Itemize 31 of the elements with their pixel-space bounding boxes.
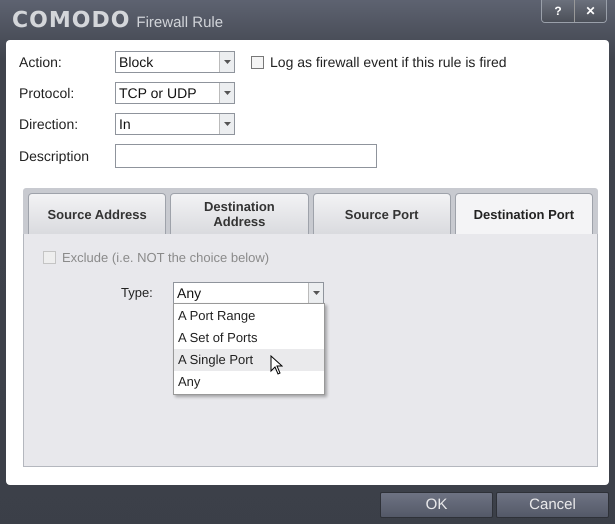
field-label: Protocol:	[19, 85, 76, 101]
caret-icon	[219, 83, 234, 103]
dropdown-option[interactable]: Any	[174, 371, 324, 393]
logo: COMODO	[12, 8, 130, 32]
dropdown[interactable]: Block	[115, 51, 235, 73]
field-label: Type:	[121, 285, 154, 300]
tab[interactable]: Source Address	[28, 193, 166, 234]
tab[interactable]: Destination Address	[170, 193, 308, 234]
field-label: Direction:	[19, 116, 80, 132]
dropdown-option[interactable]: A Set of Ports	[174, 327, 324, 349]
field-label: Action:	[19, 54, 63, 70]
caret-icon	[219, 114, 234, 134]
tab[interactable]: Destination Port	[454, 193, 593, 235]
caret-icon	[308, 283, 323, 303]
window-title: Firewall Rule	[136, 14, 224, 30]
tab[interactable]: Source Port	[312, 193, 451, 234]
cursor-icon	[270, 355, 283, 375]
dropdown-option[interactable]: A Port Range	[174, 305, 324, 327]
help-button[interactable]: ?	[542, 0, 574, 22]
checkbox-label: Log as firewall event if this rule is fired	[270, 54, 507, 70]
dropdown[interactable]: Any	[173, 282, 324, 304]
field-label: Description	[19, 148, 90, 164]
close-button[interactable]: ✕	[574, 0, 606, 22]
dropdown[interactable]: TCP or UDP	[115, 82, 235, 104]
dialog-button[interactable]: Cancel	[496, 492, 609, 518]
checkbox[interactable]	[251, 56, 264, 68]
caret-icon	[219, 52, 234, 72]
dropdown[interactable]: In	[115, 113, 235, 135]
input-field[interactable]	[115, 144, 377, 168]
checkbox-label: Exclude (i.e. NOT the choice below)	[62, 250, 270, 265]
dialog-button[interactable]: OK	[380, 492, 493, 518]
